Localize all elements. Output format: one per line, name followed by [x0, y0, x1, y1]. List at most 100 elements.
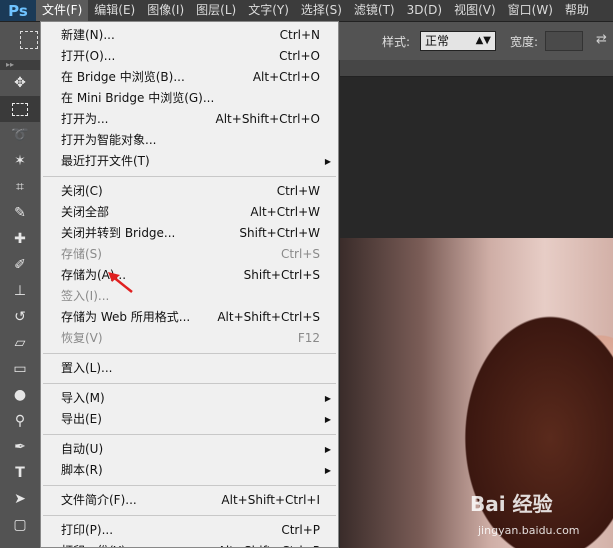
menu-item-shortcut: Alt+Shift+Ctrl+O	[215, 112, 320, 126]
eyedropper-tool-icon[interactable]: ✎	[0, 200, 40, 226]
menu-item-label: 关闭全部	[61, 205, 110, 219]
brush-tool-icon[interactable]: ✐	[0, 252, 40, 278]
menu-item-label: 打印(P)...	[61, 523, 114, 537]
document-tab[interactable]	[340, 60, 613, 77]
file-menu-item[interactable]: 在 Mini Bridge 中浏览(G)...	[41, 88, 338, 109]
menu-item-shortcut: Alt+Shift+Ctrl+S	[217, 310, 320, 324]
menu-item-shortcut: Ctrl+P	[281, 523, 320, 537]
menu-0[interactable]: 文件(F)	[36, 0, 89, 21]
file-menu-item[interactable]: 在 Bridge 中浏览(B)... Alt+Ctrl+O	[41, 67, 338, 88]
style-select[interactable]: 正常 ▲▼	[420, 31, 496, 51]
menu-item-shortcut: Alt+Shift+Ctrl+P	[218, 541, 320, 547]
menu-item-shortcut: Alt+Shift+Ctrl+I	[221, 493, 320, 507]
rectangular-marquee-tool-icon[interactable]	[0, 96, 40, 122]
dodge-tool-icon[interactable]: ⚲	[0, 408, 40, 434]
menu-separator	[43, 383, 336, 384]
file-menu-item[interactable]: 导出(E) ▶	[41, 409, 338, 430]
file-menu-item[interactable]: 签入(I)...	[41, 286, 338, 307]
file-menu-item[interactable]: 关闭并转到 Bridge... Shift+Ctrl+W	[41, 223, 338, 244]
file-menu-item[interactable]: 脚本(R) ▶	[41, 460, 338, 481]
menu-item-label: 在 Bridge 中浏览(B)...	[61, 70, 185, 84]
file-menu-item[interactable]: 文件简介(F)... Alt+Shift+Ctrl+I	[41, 490, 338, 511]
menu-5[interactable]: 选择(S)	[295, 0, 348, 21]
file-menu-item[interactable]: 最近打开文件(T) ▶	[41, 151, 338, 172]
menu-separator	[43, 434, 336, 435]
tools-panel: ▸▸ ✥ ➰ ✶ ⌗ ✎ ✚ ✐ ⊥ ↺ ▱ ▭ ● ⚲ ✒ T ➤ ▢	[0, 60, 41, 548]
file-menu-item[interactable]: 打开为... Alt+Shift+Ctrl+O	[41, 109, 338, 130]
pen-tool-icon[interactable]: ✒	[0, 434, 40, 460]
file-menu-item[interactable]: 置入(L)...	[41, 358, 338, 379]
menu-6[interactable]: 滤镜(T)	[348, 0, 401, 21]
shape-tool-icon[interactable]: ▢	[0, 512, 40, 538]
file-menu-item[interactable]: 导入(M) ▶	[41, 388, 338, 409]
menu-8[interactable]: 视图(V)	[448, 0, 502, 21]
menu-item-label: 关闭(C)	[61, 184, 103, 198]
file-menu-item[interactable]: 恢复(V) F12	[41, 328, 338, 349]
menu-separator	[43, 515, 336, 516]
menu-item-label: 在 Mini Bridge 中浏览(G)...	[61, 91, 215, 105]
submenu-arrow-icon: ▶	[324, 415, 331, 424]
menu-item-label: 打开(O)...	[61, 49, 116, 63]
move-tool-icon[interactable]: ✥	[0, 70, 40, 96]
menu-7[interactable]: 3D(D)	[401, 0, 448, 21]
crop-tool-icon[interactable]: ⌗	[0, 174, 40, 200]
submenu-arrow-icon: ▶	[324, 466, 331, 475]
menu-3[interactable]: 图层(L)	[190, 0, 242, 21]
gradient-tool-icon[interactable]: ▭	[0, 356, 40, 382]
menu-item-label: 最近打开文件(T)	[61, 154, 150, 168]
menu-2[interactable]: 图像(I)	[141, 0, 190, 21]
file-menu-item[interactable]: 打印(P)... Ctrl+P	[41, 520, 338, 541]
menu-bar: Ps 文件(F) 编辑(E) 图像(I) 图层(L) 文字(Y) 选择(S) 滤镜(T) 3D…	[0, 0, 613, 22]
menu-item-label: 自动(U)	[61, 442, 104, 456]
file-menu-item[interactable]: 存储为 Web 所用格式... Alt+Shift+Ctrl+S	[41, 307, 338, 328]
file-menu-item[interactable]: 关闭(C) Ctrl+W	[41, 181, 338, 202]
menu-item-label: 签入(I)...	[61, 289, 110, 303]
file-menu-item[interactable]: 打开为智能对象...	[41, 130, 338, 151]
menu-4[interactable]: 文字(Y)	[242, 0, 295, 21]
lasso-tool-icon[interactable]: ➰	[0, 122, 40, 148]
history-brush-tool-icon[interactable]: ↺	[0, 304, 40, 330]
menu-item-label: 打印一份(Y)	[61, 544, 126, 547]
path-selection-tool-icon[interactable]: ➤	[0, 486, 40, 512]
eraser-tool-icon[interactable]: ▱	[0, 330, 40, 356]
swap-icon[interactable]: ⇄	[596, 32, 607, 47]
baidu-watermark: Bai 经验	[470, 492, 553, 516]
style-label: 样式:	[382, 35, 411, 49]
file-menu-item[interactable]: 存储(S) Ctrl+S	[41, 244, 338, 265]
clone-stamp-tool-icon[interactable]: ⊥	[0, 278, 40, 304]
menu-item-shortcut: Shift+Ctrl+S	[243, 268, 320, 282]
file-menu-item[interactable]: 打印一份(Y) Alt+Shift+Ctrl+P	[41, 541, 338, 547]
type-tool-icon[interactable]: T	[0, 460, 40, 486]
width-label: 宽度:	[510, 35, 539, 49]
menu-item-label: 导入(M)	[61, 391, 105, 405]
marquee-options-icon[interactable]	[20, 31, 38, 49]
submenu-arrow-icon: ▶	[324, 445, 331, 454]
magic-wand-tool-icon[interactable]: ✶	[0, 148, 40, 174]
menu-item-shortcut: Alt+Ctrl+O	[252, 70, 320, 84]
file-menu-item[interactable]: 新建(N)... Ctrl+N	[41, 25, 338, 46]
menu-separator	[43, 176, 336, 177]
menu-item-label: 打开为智能对象...	[61, 133, 157, 147]
menu-item-shortcut: Ctrl+N	[279, 28, 320, 42]
menu-separator	[43, 485, 336, 486]
menu-separator	[43, 353, 336, 354]
submenu-arrow-icon: ▶	[324, 157, 331, 166]
watermark-url: jingyan.baidu.com	[478, 524, 580, 537]
menu-item-label: 脚本(R)	[61, 463, 103, 477]
menu-item-label: 新建(N)...	[61, 28, 115, 42]
menu-item-shortcut: Alt+Ctrl+W	[250, 205, 320, 219]
healing-brush-tool-icon[interactable]: ✚	[0, 226, 40, 252]
menu-10[interactable]: 帮助	[559, 0, 595, 21]
blur-tool-icon[interactable]: ●	[0, 382, 40, 408]
menu-1[interactable]: 编辑(E)	[88, 0, 141, 21]
style-value: 正常	[425, 34, 450, 48]
file-menu-item[interactable]: 关闭全部 Alt+Ctrl+W	[41, 202, 338, 223]
width-input[interactable]	[545, 31, 583, 51]
menu-9[interactable]: 窗口(W)	[502, 0, 559, 21]
menu-item-label: 置入(L)...	[61, 361, 113, 375]
file-menu-item[interactable]: 存储为(A)... Shift+Ctrl+S	[41, 265, 338, 286]
file-menu-item[interactable]: 自动(U) ▶	[41, 439, 338, 460]
panel-collapse-icon[interactable]: ▸▸	[0, 60, 40, 70]
menu-item-label: 存储(S)	[61, 247, 102, 261]
file-menu-item[interactable]: 打开(O)... Ctrl+O	[41, 46, 338, 67]
